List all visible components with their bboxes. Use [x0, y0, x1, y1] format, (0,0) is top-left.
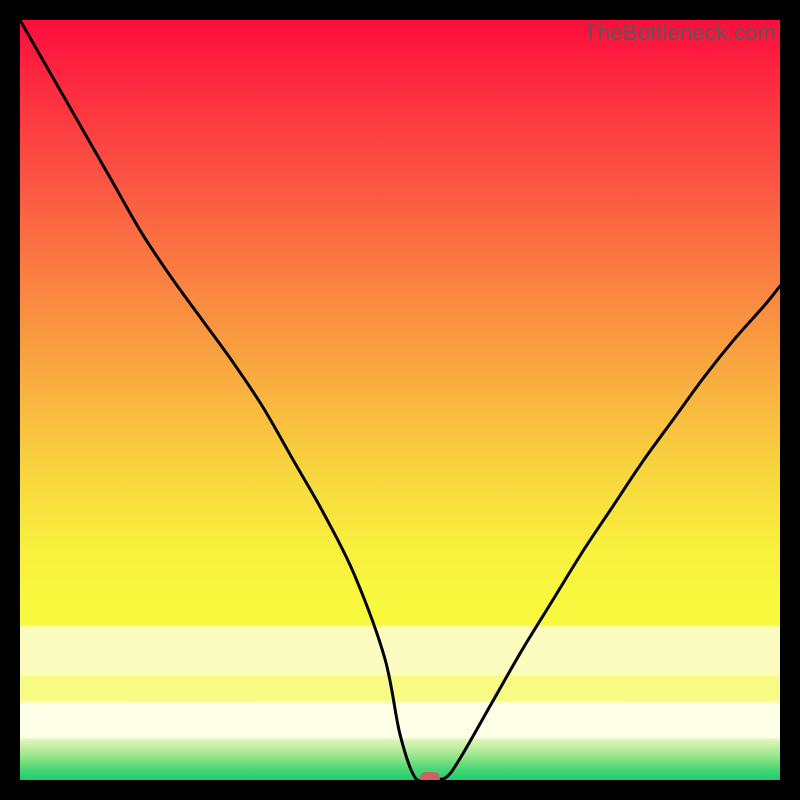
plot-area: TheBottleneck.com — [20, 20, 780, 780]
gradient-background — [20, 20, 780, 780]
watermark-text: TheBottleneck.com — [584, 20, 776, 46]
optimal-point-marker — [420, 772, 440, 780]
chart-frame: TheBottleneck.com — [0, 0, 800, 800]
bottleneck-chart — [20, 20, 780, 780]
